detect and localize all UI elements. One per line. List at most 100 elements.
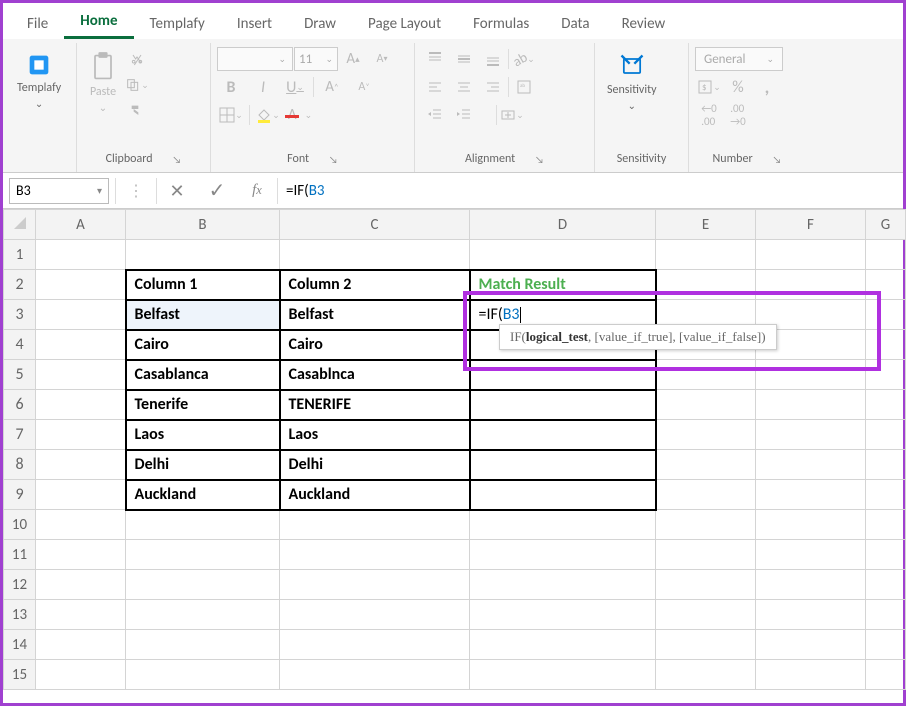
cell[interactable] [656, 570, 756, 600]
cell[interactable] [470, 630, 656, 660]
cut-button[interactable] [123, 47, 151, 71]
align-left-button[interactable] [421, 75, 449, 99]
cell[interactable] [866, 240, 906, 270]
col-header-c[interactable]: C [280, 210, 470, 240]
cell[interactable] [866, 540, 906, 570]
row-header[interactable]: 6 [4, 390, 36, 420]
cell[interactable] [756, 630, 866, 660]
cell[interactable] [756, 510, 866, 540]
cell[interactable] [866, 270, 906, 300]
templafy-button[interactable]: Templafy ⌄ [11, 47, 67, 114]
cell[interactable] [126, 630, 280, 660]
sensitivity-button[interactable]: Sensitivity ⌄ [601, 47, 663, 116]
cell[interactable] [656, 510, 756, 540]
format-painter-button[interactable] [123, 99, 151, 123]
alignment-dialog-launcher[interactable]: ↘ [535, 153, 544, 166]
cell[interactable] [756, 240, 866, 270]
decrease-indent-button[interactable] [421, 103, 449, 127]
cell[interactable] [470, 240, 656, 270]
cell[interactable] [866, 480, 906, 510]
tab-insert[interactable]: Insert [221, 9, 288, 39]
clipboard-dialog-launcher[interactable]: ↘ [173, 153, 182, 166]
font-dialog-launcher[interactable]: ↘ [329, 153, 338, 166]
cell[interactable] [470, 540, 656, 570]
align-top-button[interactable] [421, 47, 449, 71]
col-header-a[interactable]: A [36, 210, 126, 240]
tab-data[interactable]: Data [545, 9, 605, 39]
cell[interactable] [756, 360, 866, 390]
header-cell[interactable]: Column 1 [126, 270, 280, 300]
cell[interactable] [656, 660, 756, 690]
col-header-f[interactable]: F [756, 210, 866, 240]
row-header[interactable]: 10 [4, 510, 36, 540]
formula-input[interactable]: =IF(B3 [278, 178, 903, 204]
cell[interactable] [756, 450, 866, 480]
increase-font-button[interactable]: A▴ [339, 47, 367, 71]
row-header[interactable]: 8 [4, 450, 36, 480]
enter-formula-button[interactable]: ✓ [197, 178, 237, 204]
tab-formulas[interactable]: Formulas [457, 9, 545, 39]
cell[interactable] [656, 600, 756, 630]
align-center-button[interactable] [450, 75, 478, 99]
number-dialog-launcher[interactable]: ↘ [773, 153, 782, 166]
increase-font2-button[interactable]: A˄ [318, 75, 346, 99]
col-header-g[interactable]: G [866, 210, 906, 240]
row-header[interactable]: 1 [4, 240, 36, 270]
col-header-d[interactable]: D [470, 210, 656, 240]
cell[interactable] [470, 570, 656, 600]
cell[interactable] [656, 630, 756, 660]
cell[interactable] [36, 660, 126, 690]
cell[interactable] [280, 630, 470, 660]
cell[interactable]: Cairo [280, 330, 470, 360]
cell[interactable] [656, 540, 756, 570]
cell[interactable] [126, 240, 280, 270]
cell[interactable] [36, 450, 126, 480]
cell[interactable] [36, 360, 126, 390]
cell-b3[interactable]: Belfast [126, 300, 280, 330]
cell[interactable] [866, 450, 906, 480]
function-tooltip[interactable]: IF(logical_test, [value_if_true], [value… [499, 324, 777, 350]
cell[interactable] [756, 660, 866, 690]
cell[interactable] [866, 630, 906, 660]
align-middle-button[interactable] [450, 47, 478, 71]
row-header[interactable]: 9 [4, 480, 36, 510]
cell[interactable] [656, 270, 756, 300]
cell[interactable] [470, 360, 656, 390]
cell[interactable]: TENERIFE [280, 390, 470, 420]
cell[interactable] [866, 510, 906, 540]
cell[interactable] [280, 570, 470, 600]
cell[interactable] [756, 600, 866, 630]
wrap-text-button[interactable]: ab [510, 75, 538, 99]
row-header[interactable]: 2 [4, 270, 36, 300]
copy-button[interactable]: ⌄ [123, 73, 151, 97]
cell[interactable] [280, 240, 470, 270]
cell[interactable]: Laos [280, 420, 470, 450]
cell[interactable] [656, 360, 756, 390]
cell[interactable]: Belfast [280, 300, 470, 330]
tab-review[interactable]: Review [606, 9, 682, 39]
borders-button[interactable]: ⌄ [217, 103, 245, 127]
cell[interactable] [36, 510, 126, 540]
cell[interactable] [36, 630, 126, 660]
cell[interactable] [470, 390, 656, 420]
cell[interactable]: Cairo [126, 330, 280, 360]
row-header[interactable]: 14 [4, 630, 36, 660]
merge-button[interactable]: ⌄ [498, 103, 526, 127]
row-header[interactable]: 11 [4, 540, 36, 570]
cell[interactable] [866, 600, 906, 630]
cell[interactable] [470, 510, 656, 540]
spreadsheet-grid[interactable]: A B C D E F G 1 2 Column 1 Column 2 Matc… [3, 209, 903, 690]
row-header[interactable]: 4 [4, 330, 36, 360]
cell[interactable] [470, 480, 656, 510]
header-cell[interactable]: Match Result [470, 270, 656, 300]
orientation-button[interactable]: ab⌄ [510, 47, 538, 71]
name-box[interactable]: B3 ▾ [9, 178, 109, 204]
row-header[interactable]: 3 [4, 300, 36, 330]
cell[interactable] [36, 300, 126, 330]
cell[interactable]: Casablnca [280, 360, 470, 390]
cell[interactable] [470, 600, 656, 630]
italic-button[interactable]: I [249, 75, 277, 99]
align-bottom-button[interactable] [479, 47, 507, 71]
font-name-select[interactable]: ⌄ [217, 47, 293, 71]
cell[interactable] [756, 540, 866, 570]
